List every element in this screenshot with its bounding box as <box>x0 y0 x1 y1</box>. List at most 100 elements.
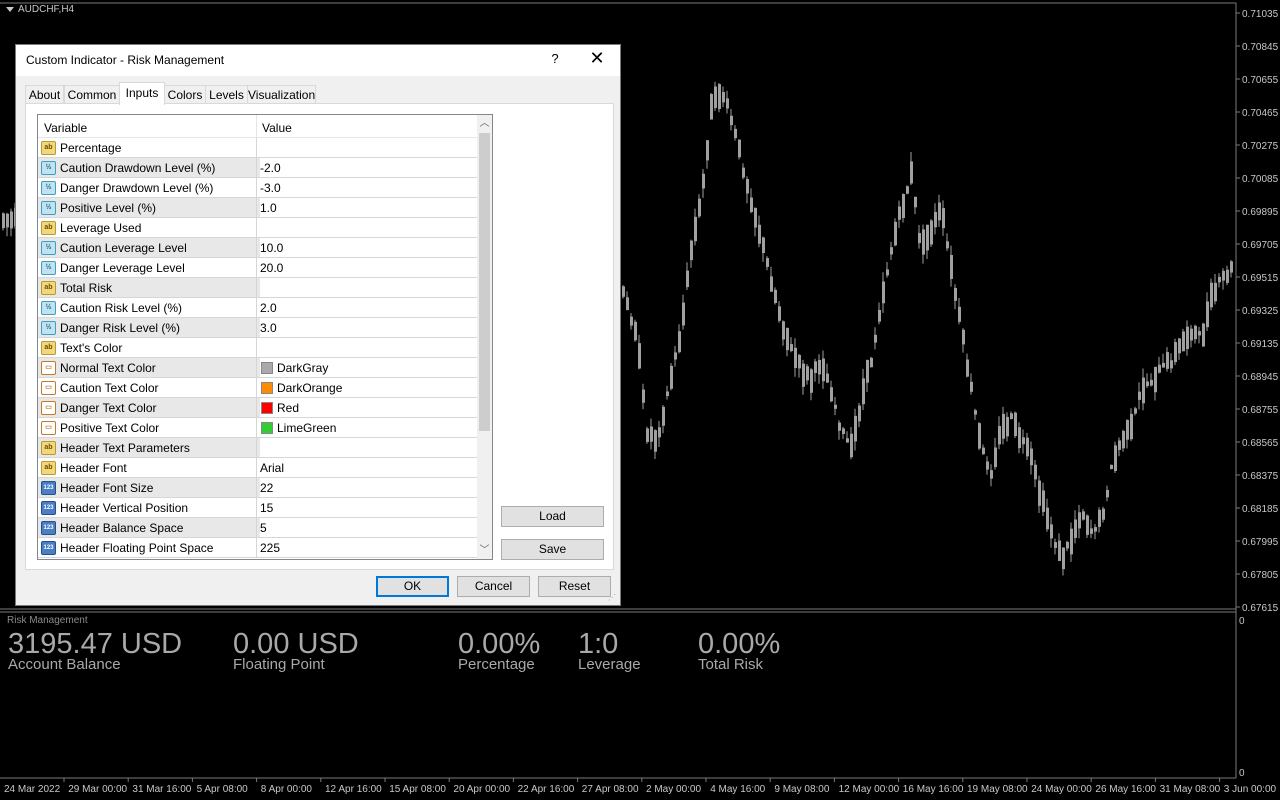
chart-symbol-label[interactable]: AUDCHF,H4 <box>6 4 74 15</box>
candle-body <box>846 438 849 443</box>
candle-body <box>1034 464 1037 480</box>
variable-value[interactable]: 22 <box>260 478 477 497</box>
reset-button[interactable]: Reset <box>538 576 611 597</box>
variable-value[interactable]: Arial <box>260 458 477 477</box>
scroll-up-arrow-icon[interactable]: ︿ <box>477 115 492 132</box>
load-button[interactable]: Load <box>501 506 604 527</box>
resize-grip-icon[interactable]: ⋰ <box>608 593 618 603</box>
tab-visualization[interactable]: Visualization <box>247 85 316 104</box>
table-row[interactable]: ½ Danger Risk Level (%) 3.0 <box>38 318 477 338</box>
save-button[interactable]: Save <box>501 539 604 560</box>
table-row[interactable]: 123 Header Balance Space 5 <box>38 518 477 538</box>
table-row[interactable]: 123 Header Vertical Position 15 <box>38 498 477 518</box>
value-text: 10.0 <box>260 241 284 255</box>
variable-value[interactable]: 225 <box>260 538 477 557</box>
table-row[interactable]: 123 Header Floating Point Space 225 <box>38 538 477 558</box>
tab-inputs[interactable]: Inputs <box>119 82 165 105</box>
indicator-title: Risk Management <box>7 615 88 626</box>
table-row[interactable]: ½ Caution Leverage Level 10.0 <box>38 238 477 258</box>
candle-body <box>770 276 773 292</box>
variable-value[interactable]: 1.0 <box>260 198 477 217</box>
variable-name: Header Font Size <box>60 481 154 495</box>
candle-body <box>1054 542 1057 548</box>
column-header-variable[interactable]: Variable <box>44 121 87 135</box>
candle-body <box>998 426 1001 445</box>
candle-body <box>678 331 681 353</box>
column-header-value[interactable]: Value <box>262 121 292 135</box>
table-row[interactable]: ▭ Caution Text Color DarkOrange <box>38 378 477 398</box>
variable-value[interactable]: -3.0 <box>260 178 477 197</box>
candle-body <box>862 378 865 405</box>
variable-value[interactable]: DarkGray <box>260 358 477 377</box>
time-tick-label: 8 Apr 00:00 <box>261 784 313 795</box>
candle-body <box>1122 430 1125 449</box>
candle-body <box>818 359 821 375</box>
table-row[interactable]: ab Total Risk <box>38 278 477 298</box>
grid-vertical-scrollbar[interactable]: ︿ ﹀ <box>477 115 492 559</box>
candle-body <box>702 173 705 189</box>
table-row[interactable]: ½ Danger Drawdown Level (%) -3.0 <box>38 178 477 198</box>
variable-value[interactable]: DarkOrange <box>260 378 477 397</box>
table-row[interactable]: ▭ Positive Text Color LimeGreen <box>38 418 477 438</box>
cancel-button[interactable]: Cancel <box>457 576 530 597</box>
variable-name: Positive Level (%) <box>60 201 157 215</box>
candle-body <box>634 321 637 341</box>
variable-value[interactable]: Red <box>260 398 477 417</box>
variable-value[interactable] <box>260 338 477 357</box>
time-tick-label: 26 May 16:00 <box>1095 784 1156 795</box>
dialog-titlebar[interactable]: Custom Indicator - Risk Management ? ✕ <box>16 45 620 76</box>
candle-body <box>1102 508 1105 520</box>
table-row[interactable]: ½ Caution Risk Level (%) 2.0 <box>38 298 477 318</box>
help-icon[interactable]: ? <box>548 51 562 66</box>
table-row[interactable]: ab Leverage Used <box>38 218 477 238</box>
price-tick-label: 0.71035 <box>1242 9 1279 20</box>
table-row[interactable]: ▭ Danger Text Color Red <box>38 398 477 418</box>
tab-colors[interactable]: Colors <box>164 85 206 104</box>
candle-body <box>1070 528 1073 555</box>
table-row[interactable]: ab Percentage <box>38 138 477 158</box>
variable-value[interactable] <box>260 278 477 297</box>
scroll-thumb[interactable] <box>479 133 490 431</box>
variable-value[interactable]: 15 <box>260 498 477 517</box>
candle-body <box>962 329 965 345</box>
indicator-scale-label: 0 <box>1239 616 1245 627</box>
value-text: Arial <box>260 461 285 475</box>
price-tick-label: 0.67615 <box>1242 603 1279 614</box>
table-row[interactable]: ½ Caution Drawdown Level (%) -2.0 <box>38 158 477 178</box>
variable-value[interactable]: -2.0 <box>260 158 477 177</box>
variable-value[interactable] <box>260 218 477 237</box>
variable-name: Normal Text Color <box>60 361 156 375</box>
tab-common[interactable]: Common <box>64 85 120 104</box>
tab-about[interactable]: About <box>25 85 64 104</box>
table-row[interactable]: 123 Header Font Size 22 <box>38 478 477 498</box>
candle-body <box>1050 524 1053 539</box>
table-row[interactable]: ab Header Font Arial <box>38 458 477 478</box>
candle-body <box>1002 413 1005 439</box>
candle-body <box>1190 328 1193 341</box>
integer-type-icon: 123 <box>41 521 56 535</box>
price-tick-label: 0.69705 <box>1242 240 1279 251</box>
ok-button[interactable]: OK <box>376 576 449 597</box>
variable-value[interactable]: 5 <box>260 518 477 537</box>
candle-body <box>1086 515 1089 535</box>
variable-value[interactable]: 10.0 <box>260 238 477 257</box>
variable-value[interactable]: LimeGreen <box>260 418 477 437</box>
color-swatch <box>261 422 273 434</box>
variable-value[interactable]: 3.0 <box>260 318 477 337</box>
variable-value[interactable] <box>260 138 477 157</box>
table-row[interactable]: ab Header Text Parameters <box>38 438 477 458</box>
variable-value[interactable] <box>260 438 477 457</box>
time-tick-label: 29 Mar 00:00 <box>68 784 127 795</box>
tab-levels[interactable]: Levels <box>205 85 248 104</box>
table-row[interactable]: ½ Positive Level (%) 1.0 <box>38 198 477 218</box>
close-icon[interactable]: ✕ <box>588 49 606 67</box>
integer-type-icon: 123 <box>41 481 56 495</box>
table-row[interactable]: ▭ Normal Text Color DarkGray <box>38 358 477 378</box>
color-type-icon: ▭ <box>41 361 56 375</box>
variable-value[interactable]: 2.0 <box>260 298 477 317</box>
variable-name: Header Font <box>60 461 127 475</box>
scroll-down-arrow-icon[interactable]: ﹀ <box>477 542 492 559</box>
variable-value[interactable]: 20.0 <box>260 258 477 277</box>
table-row[interactable]: ab Text's Color <box>38 338 477 358</box>
table-row[interactable]: ½ Danger Leverage Level 20.0 <box>38 258 477 278</box>
